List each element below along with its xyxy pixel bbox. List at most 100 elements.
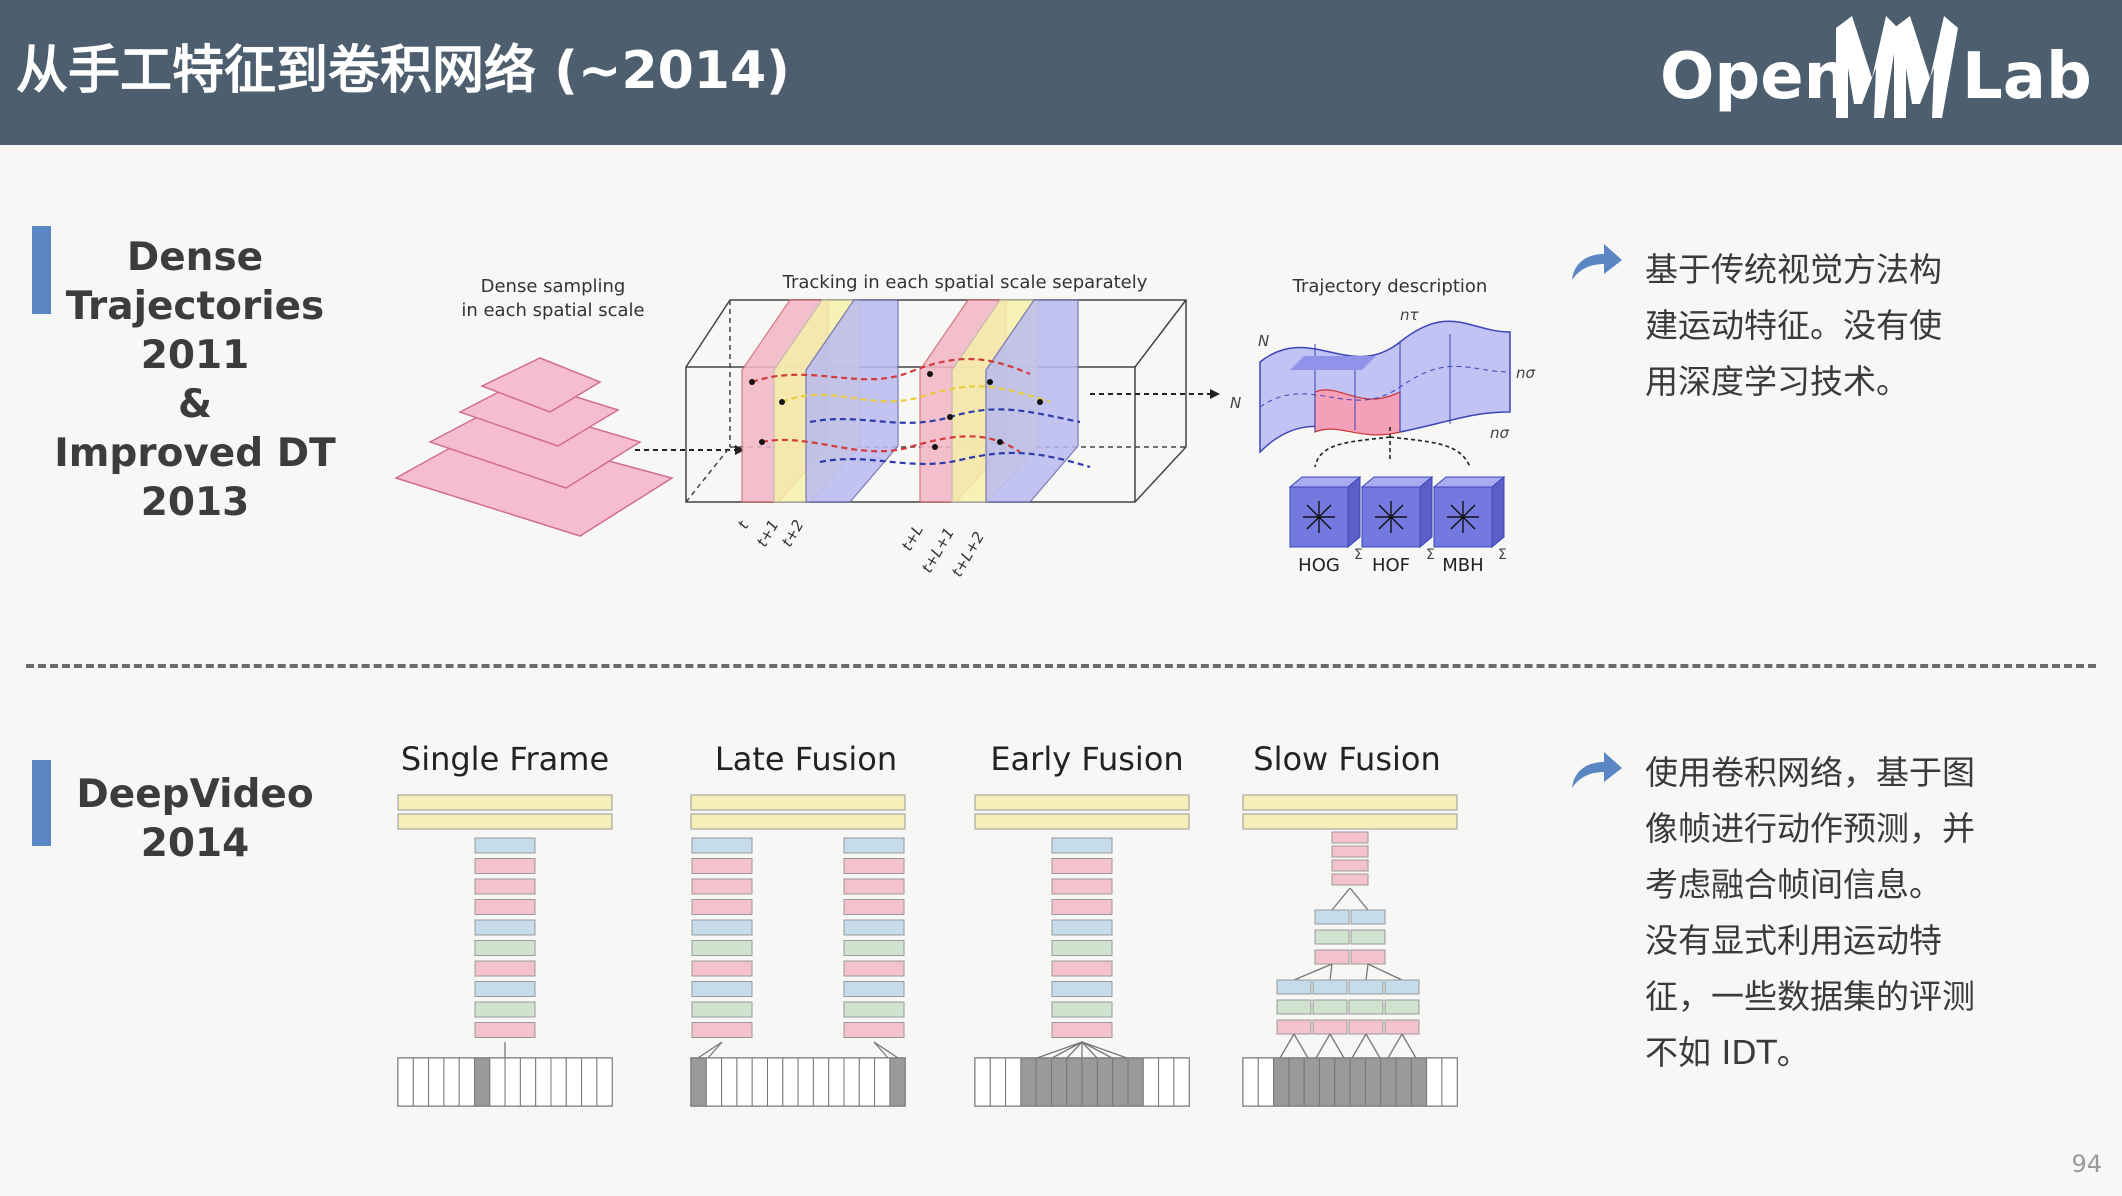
conv-layer <box>1051 981 1113 997</box>
video-frame <box>874 1057 891 1107</box>
connector <box>1329 1033 1345 1059</box>
descriptor-label-mbh: MBH <box>1442 555 1483 576</box>
conv-layer <box>1331 831 1369 844</box>
connector <box>1329 963 1333 981</box>
video-frame <box>1426 1057 1443 1107</box>
curved-arrow-icon <box>1572 244 1622 280</box>
conv-layer <box>1331 873 1369 886</box>
fc-layer <box>690 794 906 811</box>
video-frame <box>1020 1057 1037 1107</box>
video-frame <box>1035 1057 1053 1107</box>
conv-layer <box>843 1022 905 1038</box>
section1-label-line: 2011 <box>140 333 250 378</box>
symbol-ntau: nτ <box>1400 306 1420 324</box>
video-frame <box>1066 1057 1083 1107</box>
video-frame <box>581 1057 598 1107</box>
conv-layer <box>691 940 753 956</box>
conv-layer <box>691 1001 753 1018</box>
video-frame <box>1273 1057 1290 1107</box>
symbol-sigma: Σ <box>1426 547 1435 563</box>
conv-layer <box>1312 999 1348 1015</box>
video-frame <box>550 1057 567 1107</box>
video-frame <box>843 1057 860 1107</box>
conv-layer <box>474 878 536 895</box>
video-frame <box>705 1057 723 1107</box>
section1-label-line: Dense <box>126 235 264 280</box>
video-frame <box>397 1057 414 1107</box>
video-frame <box>1142 1057 1160 1107</box>
conv-layer <box>843 919 905 936</box>
video-frame <box>974 1057 991 1107</box>
conv-layer <box>1051 1001 1113 1018</box>
connector <box>1351 1033 1367 1059</box>
conv-layer <box>691 960 753 977</box>
conv-layer <box>1314 909 1350 925</box>
description-caption: Trajectory description <box>1292 276 1488 297</box>
video-frame <box>889 1057 906 1107</box>
connector <box>1365 963 1369 981</box>
conv-layer <box>1314 929 1350 945</box>
video-frame <box>519 1057 537 1107</box>
symbol-n: N <box>1258 332 1269 350</box>
description-line: 像帧进行动作预测，并 <box>1645 809 1975 848</box>
conv-layer <box>1051 858 1113 874</box>
connector <box>1367 963 1403 981</box>
dense-trajectories-figure: Dense sampling in each spatial scale Tra… <box>394 272 1536 580</box>
conv-layer <box>1348 1019 1384 1035</box>
scale-pyramid <box>394 357 674 537</box>
video-frame <box>1334 1057 1351 1107</box>
section1-label: Dense Trajectories 2011 & Improved DT 20… <box>40 233 350 527</box>
section1-description: 基于传统视觉方法构 建运动特征。没有使 用深度学习技术。 <box>1645 242 2045 410</box>
conv-layer <box>1051 837 1113 854</box>
video-frame <box>1112 1057 1129 1107</box>
conv-layer <box>843 1001 905 1018</box>
fc-layer <box>1242 794 1458 811</box>
fc-layer <box>1242 813 1458 830</box>
video-frame <box>1319 1057 1336 1107</box>
frame-tick: t+L <box>898 522 927 554</box>
conv-layer <box>474 940 536 956</box>
section1-label-line: & <box>177 382 212 427</box>
video-frame <box>412 1057 430 1107</box>
conv-layer <box>1314 949 1350 965</box>
conv-layer <box>691 981 753 997</box>
conv-layer <box>1276 999 1312 1015</box>
column-title-late-fusion: Late Fusion <box>714 740 898 778</box>
header-bar: 从手工特征到卷积网络 (~2014) Open Lab <box>0 0 2122 145</box>
conv-layer <box>1051 878 1113 895</box>
logo-mm-mark <box>1836 16 1958 118</box>
video-frame <box>1096 1057 1114 1107</box>
conv-layer <box>1384 1019 1420 1035</box>
conv-layer <box>474 837 536 854</box>
conv-layer <box>1331 859 1369 872</box>
video-frame <box>1005 1057 1022 1107</box>
video-frame <box>1173 1057 1190 1107</box>
connector <box>1051 1041 1083 1059</box>
symbol-n: N <box>1230 394 1241 412</box>
video-frame <box>721 1057 738 1107</box>
page-number: 94 <box>2071 1150 2102 1178</box>
video-frame <box>1127 1057 1144 1107</box>
conv-layer <box>1331 845 1369 858</box>
video-frame <box>1158 1057 1175 1107</box>
conv-layer <box>1051 919 1113 936</box>
conv-layer <box>691 878 753 895</box>
conv-layer <box>1312 979 1348 995</box>
conv-layer <box>1348 979 1384 995</box>
openmmlab-logo: Open Lab <box>1660 0 2120 140</box>
video-frame <box>751 1057 769 1107</box>
video-frame <box>535 1057 552 1107</box>
connector <box>1081 1041 1113 1059</box>
conv-layer <box>1384 999 1420 1015</box>
connector <box>1293 963 1333 981</box>
video-frame <box>458 1057 475 1107</box>
conv-layer <box>1384 979 1420 995</box>
section2-label: DeepVideo 2014 <box>40 770 350 868</box>
conv-layer <box>1312 1019 1348 1035</box>
description-line: 不如 IDT。 <box>1645 1033 1810 1072</box>
symbol-sigma: Σ <box>1498 547 1507 563</box>
connector <box>1293 1033 1309 1059</box>
conv-layer <box>691 919 753 936</box>
conv-layer <box>843 837 905 854</box>
connector <box>1331 887 1351 911</box>
